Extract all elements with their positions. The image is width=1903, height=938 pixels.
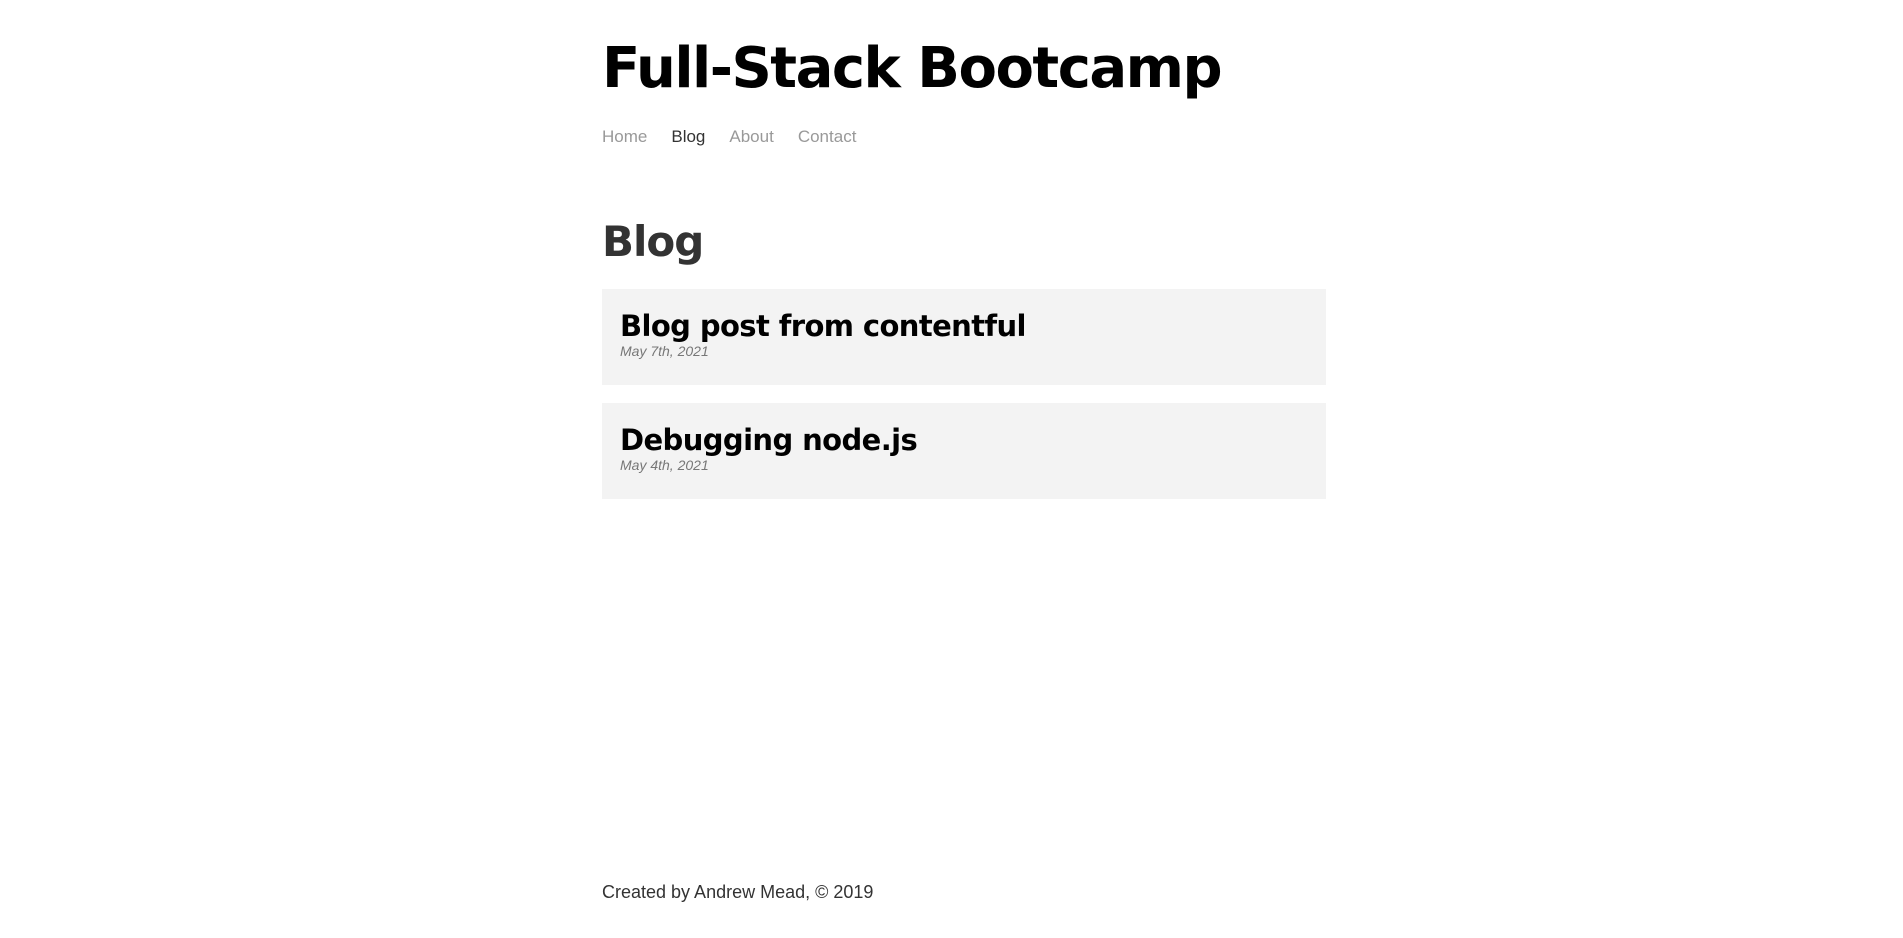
page-container: Full-Stack Bootcamp Home Blog About Cont… xyxy=(602,0,1326,938)
post-date: May 4th, 2021 xyxy=(620,457,709,473)
nav-link-about[interactable]: About xyxy=(729,126,773,148)
footer-text: Created by Andrew Mead, © 2019 xyxy=(602,882,874,902)
post-title[interactable]: Debugging node.js xyxy=(620,423,1308,457)
post-item[interactable]: Debugging node.js May 4th, 2021 xyxy=(602,403,1326,499)
post-list: Blog post from contentful May 7th, 2021 … xyxy=(602,289,1326,517)
site-title: Full-Stack Bootcamp xyxy=(602,36,1223,101)
nav-link-blog[interactable]: Blog xyxy=(671,126,705,148)
post-item[interactable]: Blog post from contentful May 7th, 2021 xyxy=(602,289,1326,385)
nav-link-home[interactable]: Home xyxy=(602,126,647,148)
post-title[interactable]: Blog post from contentful xyxy=(620,309,1308,343)
nav-link-contact[interactable]: Contact xyxy=(798,126,857,148)
post-date: May 7th, 2021 xyxy=(620,343,709,359)
page-title: Blog xyxy=(602,217,704,266)
main-nav: Home Blog About Contact xyxy=(602,126,880,148)
